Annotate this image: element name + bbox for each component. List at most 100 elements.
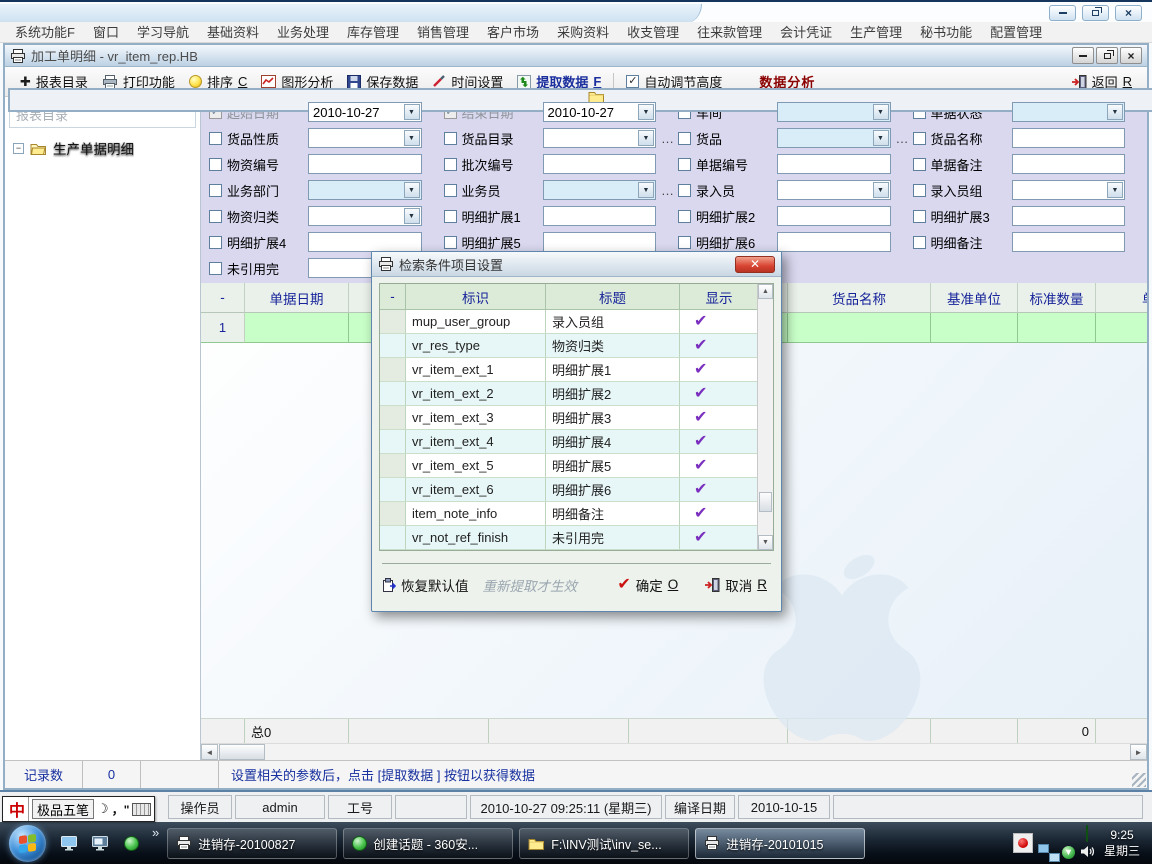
grid-header-cell-9[interactable]: 单价: [1096, 283, 1147, 313]
ime-shape-toggle-icon[interactable]: ☽: [97, 801, 109, 817]
taskbar-task-2[interactable]: 创建话题 - 360安...: [343, 828, 513, 859]
updater-icon[interactable]: ▼: [1062, 846, 1075, 859]
chevron-down-icon[interactable]: ▼: [873, 104, 889, 120]
field-shown-cell[interactable]: ✔: [680, 358, 757, 382]
filter-checkbox[interactable]: [678, 132, 691, 145]
collapse-icon[interactable]: −: [13, 143, 24, 154]
filter-checkbox[interactable]: [209, 262, 222, 275]
chevron-down-icon[interactable]: ▼: [873, 182, 889, 198]
filter-combo[interactable]: ▼: [543, 180, 657, 200]
media-icon[interactable]: [1013, 833, 1033, 853]
minimize-button[interactable]: [1049, 5, 1076, 21]
filter-checkbox[interactable]: [209, 210, 222, 223]
chevron-down-icon[interactable]: ▼: [404, 208, 420, 224]
dialog-header-cell-1[interactable]: -: [380, 284, 406, 310]
report-minimize-button[interactable]: [1072, 47, 1094, 64]
shield-icon[interactable]: [1086, 826, 1088, 841]
field-shown-cell[interactable]: ✔: [680, 310, 757, 334]
menu-item-10[interactable]: 收支管理: [618, 22, 688, 43]
chevron-down-icon[interactable]: ▼: [1107, 104, 1123, 120]
filter-input[interactable]: [543, 206, 657, 226]
filter-combo[interactable]: ▼: [1012, 102, 1126, 122]
dialog-table-row[interactable]: vr_item_ext_1明细扩展1✔: [380, 358, 757, 382]
filter-input[interactable]: [543, 232, 657, 252]
row-selector-cell[interactable]: [380, 406, 406, 430]
grid-cell[interactable]: [931, 313, 1018, 343]
filter-checkbox[interactable]: [678, 236, 691, 249]
chevron-down-icon[interactable]: ▼: [873, 130, 889, 146]
filter-checkbox[interactable]: [913, 184, 926, 197]
field-shown-cell[interactable]: ✔: [680, 502, 757, 526]
filter-checkbox[interactable]: [913, 236, 926, 249]
ime-name[interactable]: 极品五笔: [32, 799, 94, 819]
restore-button[interactable]: [1082, 5, 1109, 21]
dialog-header-cell-2[interactable]: 标识: [406, 284, 546, 310]
chevron-down-icon[interactable]: ▼: [1107, 182, 1123, 198]
filter-combo[interactable]: 2010-10-27▼: [543, 102, 657, 122]
filter-input[interactable]: [308, 154, 422, 174]
filter-checkbox[interactable]: [209, 158, 222, 171]
show-desktop-icon[interactable]: [89, 832, 111, 854]
filter-checkbox[interactable]: [913, 158, 926, 171]
grid-cell[interactable]: [788, 313, 931, 343]
filter-checkbox[interactable]: [678, 184, 691, 197]
taskbar-task-3[interactable]: F:\INV测试\inv_se...: [519, 828, 689, 859]
dialog-header-cell-4[interactable]: 显示: [680, 284, 757, 310]
speaker-icon[interactable]: [1080, 845, 1094, 861]
scroll-down-icon[interactable]: ▼: [758, 535, 773, 550]
dialog-table-row[interactable]: mup_user_group录入员组✔: [380, 310, 757, 334]
taskbar-task-1[interactable]: 进销存-20100827: [167, 828, 337, 859]
ime-punct-toggle-icon[interactable]: ，": [112, 801, 130, 818]
row-selector-cell[interactable]: [380, 454, 406, 478]
filter-input[interactable]: [1012, 206, 1126, 226]
filter-input[interactable]: [777, 206, 891, 226]
filter-checkbox[interactable]: [444, 158, 457, 171]
filter-checkbox[interactable]: [444, 210, 457, 223]
filter-checkbox[interactable]: [444, 132, 457, 145]
menu-item-2[interactable]: 窗口: [84, 22, 128, 43]
filter-input[interactable]: [777, 154, 891, 174]
chevron-down-icon[interactable]: ▼: [404, 104, 420, 120]
dialog-table-row[interactable]: vr_item_ext_5明细扩展5✔: [380, 454, 757, 478]
chevron-down-icon[interactable]: ▼: [404, 130, 420, 146]
grid-row-number[interactable]: 1: [201, 313, 245, 343]
menu-item-7[interactable]: 销售管理: [408, 22, 478, 43]
scrollbar-thumb[interactable]: [219, 744, 265, 760]
row-selector-cell[interactable]: [380, 526, 406, 550]
report-window-titlebar[interactable]: 加工单明细 - vr_item_rep.HB ×: [5, 45, 1147, 67]
filter-combo[interactable]: ▼: [1012, 180, 1126, 200]
filter-input[interactable]: [1012, 232, 1126, 252]
menu-item-3[interactable]: 学习导航: [128, 22, 198, 43]
taskbar-task-4[interactable]: 进销存-20101015: [695, 828, 865, 859]
monitor-icon[interactable]: [58, 832, 80, 854]
row-selector-cell[interactable]: [380, 430, 406, 454]
report-close-button[interactable]: ×: [1120, 47, 1142, 64]
checkbox-checked-icon[interactable]: ✓: [626, 75, 639, 88]
grid-cell[interactable]: [1096, 313, 1147, 343]
filter-checkbox[interactable]: [444, 236, 457, 249]
field-shown-cell[interactable]: ✔: [680, 334, 757, 358]
ime-keyboard-icon[interactable]: [132, 803, 151, 816]
filter-combo[interactable]: ▼: [308, 128, 422, 148]
menu-item-4[interactable]: 基础资料: [198, 22, 268, 43]
field-shown-cell[interactable]: ✔: [680, 382, 757, 406]
filter-checkbox[interactable]: [678, 158, 691, 171]
filter-combo[interactable]: ▼: [543, 128, 657, 148]
filter-input[interactable]: [1012, 128, 1126, 148]
report-restore-button[interactable]: [1096, 47, 1118, 64]
dialog-table-row[interactable]: vr_item_ext_6明细扩展6✔: [380, 478, 757, 502]
grid-header-cell-8[interactable]: 标准数量: [1018, 283, 1096, 313]
filter-combo[interactable]: ▼: [308, 206, 422, 226]
row-selector-cell[interactable]: [380, 334, 406, 358]
filter-checkbox[interactable]: [209, 184, 222, 197]
menu-item-9[interactable]: 采购资料: [548, 22, 618, 43]
filter-input[interactable]: [308, 232, 422, 252]
field-shown-cell[interactable]: ✔: [680, 454, 757, 478]
filter-checkbox[interactable]: [444, 184, 457, 197]
filter-input[interactable]: [543, 154, 657, 174]
close-button[interactable]: ×: [1115, 5, 1142, 21]
menu-item-8[interactable]: 客户市场: [478, 22, 548, 43]
menu-item-1[interactable]: 系统功能F: [6, 22, 84, 43]
menu-item-14[interactable]: 秘书功能: [911, 22, 981, 43]
field-shown-cell[interactable]: ✔: [680, 430, 757, 454]
